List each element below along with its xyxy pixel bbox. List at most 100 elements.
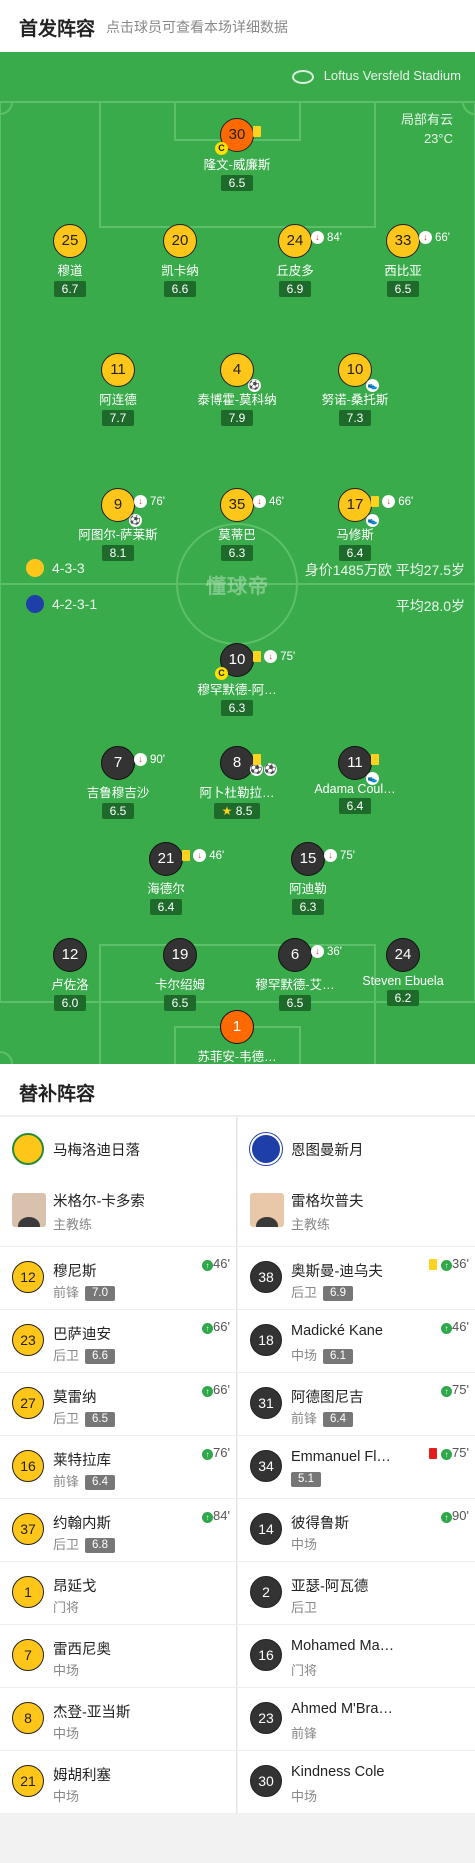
sub-player-row[interactable]: 16 莱特拉库 前锋 6.4 ↑ 76' [0,1436,236,1499]
sub-rating: 6.4 [323,1412,354,1427]
sub-number: 14 [250,1513,282,1545]
sub-player-row[interactable]: 31 阿德图尼吉 前锋 6.4 ↑ 75' [238,1373,475,1436]
away-player[interactable]: 24 Steven Ebuela 6.2 [338,938,468,1007]
player-number: 8 ⚽ ⚽ [220,746,277,780]
player-number: 25 [53,224,87,258]
sub-in-minute: 76' [213,1445,230,1460]
sub-position-text: 后卫 [291,1285,318,1300]
sub-player-row[interactable]: 21 姆胡利塞 中场 [0,1751,236,1814]
sub-in-minute: 75' [452,1445,469,1460]
away-player[interactable]: 21 ↓ 46' 海德尔 6.4 [101,842,231,916]
sub-position-text: 后卫 [291,1600,318,1615]
player-number-text: 24 [286,232,304,249]
sub-player-row[interactable]: 37 约翰内斯 后卫 6.8 ↑ 84' [0,1499,236,1562]
away-player[interactable]: 11 👟 Adama Coul… 6.4 [290,746,420,815]
away-player[interactable]: 15 ↓ 75' 阿迪勒 6.3 [243,842,373,916]
sub-in-minute: 36' [452,1256,469,1271]
sub-in-minute: 84' [213,1508,230,1523]
sub-player-row[interactable]: 18 Madické Kane 中场 6.1 ↑ 46' [238,1310,475,1373]
player-rating: 6.5 [386,281,420,297]
player-number-text: 15 [299,850,317,867]
player-events: ↓ 75' [324,841,355,872]
home-team-head[interactable]: 马梅洛迪日落 [0,1117,236,1179]
red-card-icon [429,1448,438,1460]
sub-in-minute: 46' [213,1256,230,1271]
sub-player-row[interactable]: 12 穆尼斯 前锋 7.0 ↑ 46' [0,1247,236,1310]
away-coach[interactable]: 雷格坎普夫 主教练 [238,1179,475,1247]
home-player[interactable]: 30 C 隆文-威廉斯 6.5 [172,118,302,192]
rating-value: 8.5 [235,804,253,818]
home-player[interactable]: 11 阿连德 7.7 [53,353,183,427]
mvp-star-icon: ★ [221,804,236,818]
sub-name: 姆胡利塞 [53,1768,111,1784]
yellow-card-icon [371,496,379,508]
home-coach[interactable]: 米格尔-卡多索 主教练 [0,1179,236,1247]
sub-player-row[interactable]: 23 Ahmed M'Bra… 前锋 [238,1688,475,1751]
sub-player-row[interactable]: 30 Kindness Cole 中场 [238,1751,475,1814]
player-number: 19 [163,938,197,972]
sub-in-event: ↑ 84' [202,1508,230,1523]
sub-player-row[interactable]: 34 Emmanuel Fl… 5.1 ↑ 75' [238,1436,475,1499]
home-player[interactable]: 9 ⚽ ↓ 76' 阿图尔-萨莱斯 8.1 [53,488,183,562]
player-number-text: 35 [228,496,246,513]
sub-position-text: 后卫 [53,1411,80,1426]
away-player[interactable]: 10 C ↓ 75' 穆罕默德-阿… 6.3 [172,643,302,717]
weather-info: 局部有云 23°C [400,112,453,146]
player-rating: 6.0 [53,995,87,1011]
sub-player-row[interactable]: 16 Mohamed Ma… 门将 [238,1625,475,1688]
sub-rating: 6.1 [323,1349,354,1364]
player-number-text: 24 [394,946,412,963]
sub-player-row[interactable]: 23 巴萨迪安 后卫 6.6 ↑ 66' [0,1310,236,1373]
sub-out-minute: 66' [435,232,450,244]
sub-player-row[interactable]: 27 莫雷纳 后卫 6.5 ↑ 66' [0,1373,236,1436]
sub-player-row[interactable]: 1 昂延戈 门将 [0,1562,236,1625]
sub-name: 阿德图尼吉 [291,1390,364,1406]
player-number-text: 17 [346,496,364,513]
player-name: 阿图尔-萨莱斯 [78,528,158,542]
sub-in-event: ↑ 46' [441,1319,469,1334]
player-number: 7 ↓ 90' [101,746,165,780]
stadium-icon [291,69,314,84]
player-rating: 6.4 [149,899,183,915]
home-player[interactable]: 17 👟 ↓ 66' 马修斯 6.4 [290,488,420,562]
coach-avatar [12,1193,46,1227]
home-player[interactable]: 4 ⚽ 泰博霍-莫科纳 7.9 [172,353,302,427]
sub-player-row[interactable]: 2 亚瑟-阿瓦德 后卫 [238,1562,475,1625]
home-player[interactable]: 33 ↓ 66' 西比亚 6.5 [338,224,468,298]
sub-position: 前锋 6.4 [53,1471,116,1490]
sub-position: 前锋 7.0 [53,1282,116,1301]
away-team-head[interactable]: 恩图曼新月 [238,1117,475,1179]
sub-in-icon: ↑ [202,1449,214,1460]
home-player[interactable]: 10 👟 努诺-桑托斯 7.3 [290,353,420,427]
player-rating: 6.3 [220,700,254,716]
sub-in-icon: ↑ [202,1323,214,1334]
sub-out-icon: ↓ [134,753,147,767]
away-player[interactable]: 19 卡尔绍姆 6.5 [115,938,245,1012]
sub-name: Mohamed Ma… [291,1638,395,1654]
rating-value: 7.7 [109,411,127,425]
home-player[interactable]: 35 ↓ 46' 莫蒂巴 6.3 [172,488,302,562]
away-formation-row: 4-2-3-1 平均28.0岁 [0,593,475,617]
home-player[interactable]: 20 凯卡纳 6.6 [115,224,245,298]
sub-out-icon: ↓ [311,231,324,245]
sub-player-row[interactable]: 8 杰登-亚当斯 中场 [0,1688,236,1751]
sub-number: 23 [12,1324,44,1356]
coach-avatar [250,1193,284,1227]
yellow-card-icon [429,1259,438,1271]
sub-number: 27 [12,1387,44,1419]
player-rating: 6.5 [101,803,135,819]
away-player[interactable]: 7 ↓ 90' 吉鲁穆吉沙 6.5 [53,746,183,820]
sub-in-icon: ↑ [441,1260,453,1271]
home-logo-icon [26,559,44,577]
away-player[interactable]: 1苏菲安-韦德…7.8 [172,1010,302,1064]
player-rating: 6.4 [338,798,372,814]
sub-player-row[interactable]: 14 彼得鲁斯 中场 ↑ 90' [238,1499,475,1562]
player-name: 吉鲁穆吉沙 [86,786,150,800]
sub-player-row[interactable]: 7 雷西尼奥 中场 [0,1625,236,1688]
away-player[interactable]: 8 ⚽ ⚽ 阿卜杜勒拉… ★ 8.5 [172,746,302,820]
sub-number: 18 [250,1324,282,1356]
sub-in-icon: ↑ [441,1386,453,1397]
sub-player-row[interactable]: 38 奥斯曼-迪乌夫 后卫 6.9 ↑ 36' [238,1247,475,1310]
player-number-text: 20 [171,232,189,249]
player-number-text: 1 [232,1018,242,1035]
